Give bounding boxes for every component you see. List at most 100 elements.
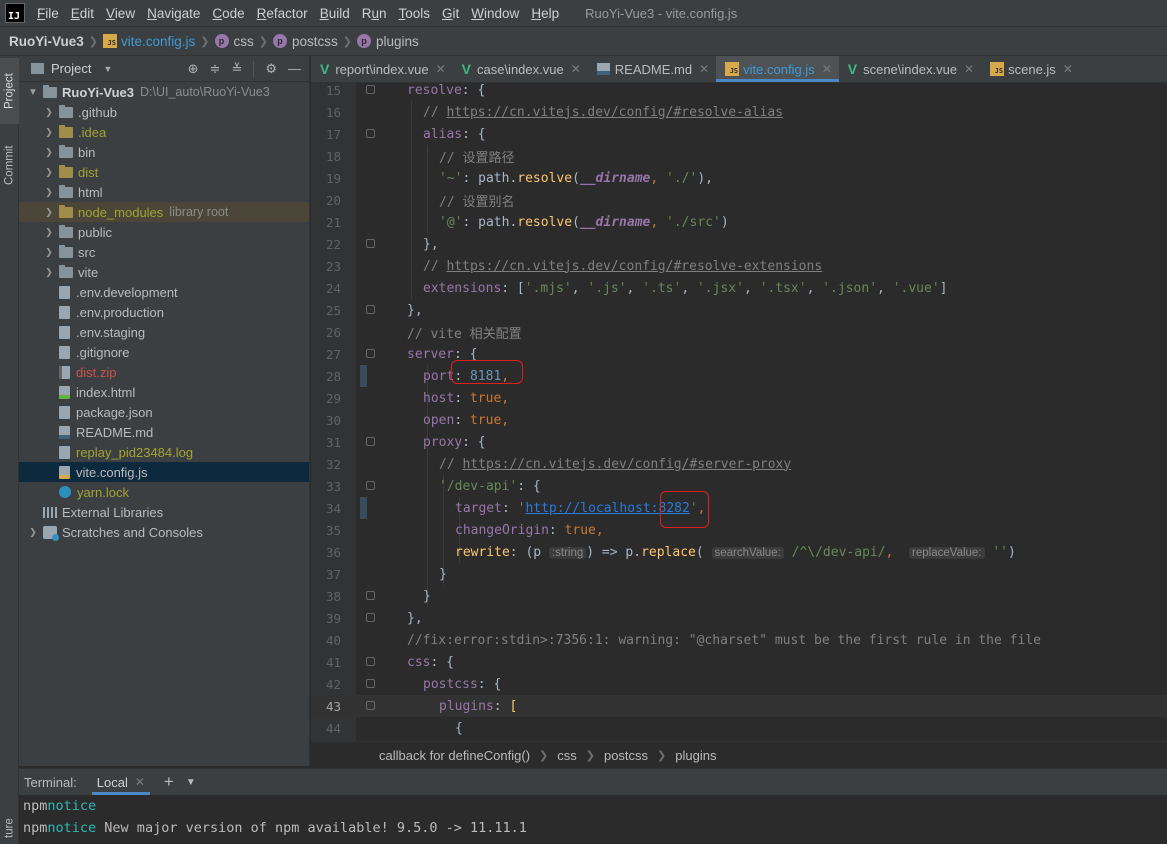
chevron-right-icon[interactable]: ❯: [43, 167, 55, 178]
chevron-down-icon[interactable]: ▼: [186, 777, 196, 788]
locate-icon[interactable]: ⊕: [188, 61, 199, 77]
tree-item[interactable]: ❯ Scratches and Consoles: [19, 522, 309, 542]
close-icon[interactable]: ✕: [436, 62, 446, 76]
editor-tab[interactable]: Vcase\index.vue ✕: [453, 56, 588, 82]
editor-crumb-callback[interactable]: callback for defineConfig(): [379, 748, 530, 763]
menu-item-window[interactable]: Window: [465, 6, 525, 21]
chevron-right-icon[interactable]: ❯: [43, 187, 55, 198]
tree-item[interactable]: .env.staging: [19, 322, 309, 342]
fold-marker-icon[interactable]: [366, 129, 375, 138]
fold-marker-icon[interactable]: [366, 349, 375, 358]
menu-item-git[interactable]: Git: [436, 6, 465, 21]
terminal-tab-local[interactable]: Local ✕: [91, 769, 151, 795]
tree-item[interactable]: yarn.lock: [19, 482, 309, 502]
close-icon[interactable]: ✕: [135, 775, 145, 789]
add-terminal-icon[interactable]: +: [164, 772, 174, 792]
tree-item[interactable]: ❯ dist: [19, 162, 309, 182]
breadcrumb-file[interactable]: JS vite.config.js: [102, 34, 195, 49]
tree-item[interactable]: ❯ bin: [19, 142, 309, 162]
close-icon[interactable]: ✕: [822, 62, 832, 76]
fold-marker-icon[interactable]: [366, 305, 375, 314]
chevron-right-icon[interactable]: ❯: [27, 527, 39, 538]
fold-marker-icon[interactable]: [366, 239, 375, 248]
menu-item-navigate[interactable]: Navigate: [141, 6, 206, 21]
tree-item[interactable]: dist.zip: [19, 362, 309, 382]
menu-item-build[interactable]: Build: [314, 6, 356, 21]
tree-item[interactable]: .gitignore: [19, 342, 309, 362]
breadcrumb-project[interactable]: RuoYi-Vue3: [9, 34, 84, 49]
terminal-output[interactable]: npm notice npm notice New major version o…: [19, 795, 1167, 839]
fold-marker-icon[interactable]: [366, 85, 375, 94]
editor-crumb-plugins[interactable]: plugins: [675, 748, 716, 763]
menu-item-edit[interactable]: Edit: [65, 6, 100, 21]
tree-root[interactable]: ▼ RuoYi-Vue3 D:\UI_auto\RuoYi-Vue3: [19, 82, 309, 102]
close-icon[interactable]: ✕: [571, 62, 581, 76]
editor-tab[interactable]: JS vite.config.js ✕: [716, 56, 839, 82]
chevron-right-icon[interactable]: ❯: [43, 127, 55, 138]
menu-item-help[interactable]: Help: [525, 6, 565, 21]
fold-marker-icon[interactable]: [366, 657, 375, 666]
tree-item[interactable]: .env.development: [19, 282, 309, 302]
menu-label-mnemonic: R: [256, 5, 267, 21]
gear-icon[interactable]: ⚙: [265, 61, 277, 77]
stripe-tab-structure[interactable]: ture: [0, 812, 19, 844]
fold-marker-icon[interactable]: [366, 613, 375, 622]
tree-item[interactable]: README.md: [19, 422, 309, 442]
stripe-tab-project[interactable]: Project: [0, 58, 19, 124]
code-editor[interactable]: 15 resolve: {16// https://cn.vitejs.dev/c…: [311, 83, 1167, 741]
tree-item[interactable]: replay_pid23484.log: [19, 442, 309, 462]
tree-item[interactable]: ❯ vite: [19, 262, 309, 282]
editor-tab[interactable]: Vreport\index.vue ✕: [311, 56, 453, 82]
js-file-icon: JS: [990, 62, 1005, 76]
tree-item[interactable]: index.html: [19, 382, 309, 402]
editor-crumb-css[interactable]: css: [557, 748, 577, 763]
fold-marker-icon[interactable]: [366, 481, 375, 490]
menu-label-post: avigate: [156, 5, 201, 21]
close-icon[interactable]: ✕: [699, 62, 709, 76]
close-icon[interactable]: ✕: [964, 62, 974, 76]
breadcrumb-plugins[interactable]: p plugins: [356, 34, 419, 49]
editor-crumb-postcss[interactable]: postcss: [604, 748, 648, 763]
code-token: p: [533, 544, 542, 560]
fold-marker-icon[interactable]: [366, 679, 375, 688]
close-icon[interactable]: ✕: [1063, 62, 1073, 76]
tree-item[interactable]: vite.config.js: [19, 462, 309, 482]
fold-marker-icon[interactable]: [366, 437, 375, 446]
tree-item[interactable]: External Libraries: [19, 502, 309, 522]
menu-item-run[interactable]: Run: [356, 6, 393, 21]
fold-marker-icon[interactable]: [366, 591, 375, 600]
menu-item-tools[interactable]: Tools: [393, 6, 437, 21]
tree-item[interactable]: ❯ src: [19, 242, 309, 262]
tree-item[interactable]: ❯ public: [19, 222, 309, 242]
editor-tab[interactable]: JS scene.js ✕: [981, 56, 1080, 82]
hide-icon[interactable]: —: [288, 61, 301, 76]
project-view-selector[interactable]: Project ▼: [31, 61, 112, 76]
editor-tab[interactable]: README.md ✕: [588, 56, 716, 82]
editor-tab[interactable]: Vscene\index.vue ✕: [839, 56, 981, 82]
code-token: './src': [666, 214, 721, 230]
breadcrumb-css[interactable]: p css: [214, 34, 254, 49]
chevron-right-icon[interactable]: ❯: [43, 107, 55, 118]
stripe-tab-commit[interactable]: Commit: [0, 132, 19, 198]
tree-item[interactable]: package.json: [19, 402, 309, 422]
expand-all-icon[interactable]: ≑: [210, 61, 221, 77]
tree-item[interactable]: .env.production: [19, 302, 309, 322]
menu-item-view[interactable]: View: [100, 6, 141, 21]
menu-item-code[interactable]: Code: [206, 6, 250, 21]
tree-item[interactable]: ❯ .github: [19, 102, 309, 122]
fold-marker-icon[interactable]: [366, 701, 375, 710]
code-token: '~': [439, 170, 463, 186]
chevron-right-icon[interactable]: ❯: [43, 247, 55, 258]
menu-item-refactor[interactable]: Refactor: [251, 6, 314, 21]
tree-item[interactable]: ❯ .idea: [19, 122, 309, 142]
code-token: open: [423, 412, 455, 428]
breadcrumb-postcss[interactable]: p postcss: [272, 34, 338, 49]
tree-item[interactable]: ❯ html: [19, 182, 309, 202]
menu-item-file[interactable]: File: [31, 6, 65, 21]
collapse-all-icon[interactable]: ≚: [231, 61, 242, 77]
chevron-right-icon[interactable]: ❯: [43, 227, 55, 238]
tree-item[interactable]: ❯ node_modules library root: [19, 202, 309, 222]
chevron-right-icon[interactable]: ❯: [43, 147, 55, 158]
chevron-right-icon[interactable]: ❯: [43, 267, 55, 278]
chevron-right-icon[interactable]: ❯: [43, 207, 55, 218]
